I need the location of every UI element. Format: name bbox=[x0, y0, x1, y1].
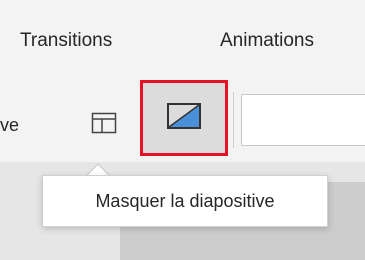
hide-slide-icon bbox=[166, 102, 202, 135]
slide-layout-icon bbox=[91, 112, 117, 139]
tooltip: Masquer la diapositive bbox=[42, 175, 328, 227]
toolbar-divider bbox=[233, 92, 234, 148]
hide-slide-button[interactable] bbox=[140, 80, 228, 156]
ribbon-input-box[interactable] bbox=[241, 94, 365, 146]
tab-transitions[interactable]: Transitions bbox=[20, 30, 112, 52]
tooltip-text: Masquer la diapositive bbox=[95, 190, 275, 211]
slide-layout-button[interactable] bbox=[80, 108, 128, 142]
toolbar-label-partial[interactable]: ve bbox=[0, 115, 19, 136]
tab-animations[interactable]: Animations bbox=[220, 30, 314, 52]
ribbon: Transitions Animations ve bbox=[0, 0, 365, 162]
